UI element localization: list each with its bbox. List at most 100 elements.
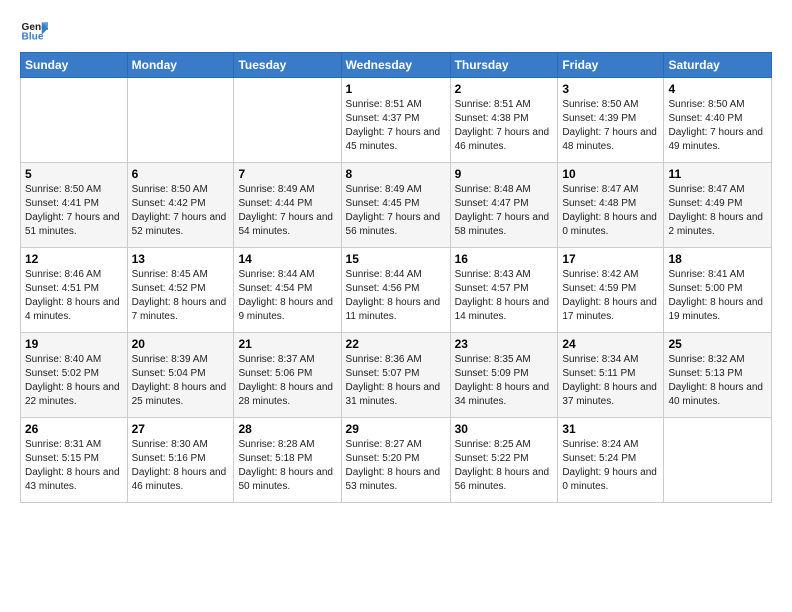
day-info: Sunrise: 8:51 AM Sunset: 4:38 PM Dayligh… xyxy=(455,98,554,154)
calendar-cell: 8 Sunrise: 8:49 AM Sunset: 4:45 PM Daylig… xyxy=(341,163,450,248)
day-info: Sunrise: 8:31 AM Sunset: 5:15 PM Dayligh… xyxy=(25,438,123,494)
day-number: 12 xyxy=(25,252,123,266)
day-info: Sunrise: 8:51 AM Sunset: 4:37 PM Dayligh… xyxy=(346,98,446,154)
calendar-cell: 20 Sunrise: 8:39 AM Sunset: 5:04 PM Dayli… xyxy=(127,333,234,418)
day-number: 18 xyxy=(668,252,767,266)
day-number: 26 xyxy=(25,422,123,436)
day-number: 14 xyxy=(238,252,336,266)
calendar-cell: 26 Sunrise: 8:31 AM Sunset: 5:15 PM Dayli… xyxy=(21,418,128,503)
calendar-cell: 18 Sunrise: 8:41 AM Sunset: 5:00 PM Dayli… xyxy=(664,248,772,333)
day-number: 11 xyxy=(668,167,767,181)
calendar-cell xyxy=(127,78,234,163)
weekday-sunday: Sunday xyxy=(21,53,128,78)
calendar-cell: 12 Sunrise: 8:46 AM Sunset: 4:51 PM Dayli… xyxy=(21,248,128,333)
calendar-week-4: 19 Sunrise: 8:40 AM Sunset: 5:02 PM Dayli… xyxy=(21,333,772,418)
calendar-cell: 4Sunrise: 8:50 AM Sunset: 4:40 PM Daylig… xyxy=(664,78,772,163)
day-number: 7 xyxy=(238,167,336,181)
calendar-week-5: 26 Sunrise: 8:31 AM Sunset: 5:15 PM Dayli… xyxy=(21,418,772,503)
day-number: 1 xyxy=(346,82,446,96)
day-number: 4 xyxy=(668,82,767,96)
day-info: Sunrise: 8:46 AM Sunset: 4:51 PM Dayligh… xyxy=(25,268,123,324)
day-info: Sunrise: 8:44 AM Sunset: 4:56 PM Dayligh… xyxy=(346,268,446,324)
day-number: 20 xyxy=(132,337,230,351)
calendar-cell xyxy=(21,78,128,163)
day-number: 24 xyxy=(562,337,659,351)
calendar-cell: 13Sunrise: 8:45 AM Sunset: 4:52 PM Dayli… xyxy=(127,248,234,333)
day-info: Sunrise: 8:48 AM Sunset: 4:47 PM Dayligh… xyxy=(455,183,554,239)
calendar-week-1: 1 Sunrise: 8:51 AM Sunset: 4:37 PM Daylig… xyxy=(21,78,772,163)
day-info: Sunrise: 8:50 AM Sunset: 4:42 PM Dayligh… xyxy=(132,183,230,239)
calendar-cell: 31Sunrise: 8:24 AM Sunset: 5:24 PM Dayli… xyxy=(558,418,664,503)
day-info: Sunrise: 8:49 AM Sunset: 4:45 PM Dayligh… xyxy=(346,183,446,239)
calendar-cell: 2 Sunrise: 8:51 AM Sunset: 4:38 PM Daylig… xyxy=(450,78,558,163)
calendar-cell: 6 Sunrise: 8:50 AM Sunset: 4:42 PM Daylig… xyxy=(127,163,234,248)
calendar-cell: 29 Sunrise: 8:27 AM Sunset: 5:20 PM Dayli… xyxy=(341,418,450,503)
calendar-cell: 16 Sunrise: 8:43 AM Sunset: 4:57 PM Dayli… xyxy=(450,248,558,333)
calendar-cell: 15 Sunrise: 8:44 AM Sunset: 4:56 PM Dayli… xyxy=(341,248,450,333)
day-info: Sunrise: 8:42 AM Sunset: 4:59 PM Dayligh… xyxy=(562,268,659,324)
day-info: Sunrise: 8:39 AM Sunset: 5:04 PM Dayligh… xyxy=(132,353,230,409)
day-info: Sunrise: 8:44 AM Sunset: 4:54 PM Dayligh… xyxy=(238,268,336,324)
day-number: 2 xyxy=(455,82,554,96)
day-info: Sunrise: 8:40 AM Sunset: 5:02 PM Dayligh… xyxy=(25,353,123,409)
day-info: Sunrise: 8:45 AM Sunset: 4:52 PM Dayligh… xyxy=(132,268,230,324)
logo: General Blue xyxy=(20,16,52,44)
day-number: 25 xyxy=(668,337,767,351)
calendar-cell xyxy=(664,418,772,503)
day-number: 6 xyxy=(132,167,230,181)
calendar-cell: 19 Sunrise: 8:40 AM Sunset: 5:02 PM Dayli… xyxy=(21,333,128,418)
weekday-thursday: Thursday xyxy=(450,53,558,78)
calendar-cell: 11 Sunrise: 8:47 AM Sunset: 4:49 PM Dayli… xyxy=(664,163,772,248)
day-info: Sunrise: 8:30 AM Sunset: 5:16 PM Dayligh… xyxy=(132,438,230,494)
calendar-cell: 28 Sunrise: 8:28 AM Sunset: 5:18 PM Dayli… xyxy=(234,418,341,503)
calendar-cell: 21Sunrise: 8:37 AM Sunset: 5:06 PM Dayli… xyxy=(234,333,341,418)
calendar-cell: 30 Sunrise: 8:25 AM Sunset: 5:22 PM Dayli… xyxy=(450,418,558,503)
calendar-cell: 24Sunrise: 8:34 AM Sunset: 5:11 PM Dayli… xyxy=(558,333,664,418)
day-number: 31 xyxy=(562,422,659,436)
calendar-cell: 5 Sunrise: 8:50 AM Sunset: 4:41 PM Daylig… xyxy=(21,163,128,248)
weekday-monday: Monday xyxy=(127,53,234,78)
day-number: 15 xyxy=(346,252,446,266)
calendar-cell: 9 Sunrise: 8:48 AM Sunset: 4:47 PM Daylig… xyxy=(450,163,558,248)
calendar-cell: 14 Sunrise: 8:44 AM Sunset: 4:54 PM Dayli… xyxy=(234,248,341,333)
calendar-cell: 7Sunrise: 8:49 AM Sunset: 4:44 PM Daylig… xyxy=(234,163,341,248)
day-info: Sunrise: 8:25 AM Sunset: 5:22 PM Dayligh… xyxy=(455,438,554,494)
day-info: Sunrise: 8:27 AM Sunset: 5:20 PM Dayligh… xyxy=(346,438,446,494)
calendar-cell: 1 Sunrise: 8:51 AM Sunset: 4:37 PM Daylig… xyxy=(341,78,450,163)
day-number: 22 xyxy=(346,337,446,351)
header: General Blue xyxy=(20,16,772,44)
day-number: 28 xyxy=(238,422,336,436)
calendar-cell: 17 Sunrise: 8:42 AM Sunset: 4:59 PM Dayli… xyxy=(558,248,664,333)
page: General Blue SundayMondayTuesdayWednesda… xyxy=(0,0,792,513)
weekday-friday: Friday xyxy=(558,53,664,78)
day-number: 30 xyxy=(455,422,554,436)
calendar-cell: 27 Sunrise: 8:30 AM Sunset: 5:16 PM Dayli… xyxy=(127,418,234,503)
day-number: 16 xyxy=(455,252,554,266)
day-number: 17 xyxy=(562,252,659,266)
day-number: 9 xyxy=(455,167,554,181)
weekday-tuesday: Tuesday xyxy=(234,53,341,78)
weekday-header-row: SundayMondayTuesdayWednesdayThursdayFrid… xyxy=(21,53,772,78)
day-info: Sunrise: 8:35 AM Sunset: 5:09 PM Dayligh… xyxy=(455,353,554,409)
svg-text:Blue: Blue xyxy=(22,31,44,42)
day-number: 3 xyxy=(562,82,659,96)
day-info: Sunrise: 8:50 AM Sunset: 4:41 PM Dayligh… xyxy=(25,183,123,239)
day-number: 29 xyxy=(346,422,446,436)
calendar-table: SundayMondayTuesdayWednesdayThursdayFrid… xyxy=(20,52,772,503)
day-number: 5 xyxy=(25,167,123,181)
day-info: Sunrise: 8:47 AM Sunset: 4:48 PM Dayligh… xyxy=(562,183,659,239)
day-info: Sunrise: 8:36 AM Sunset: 5:07 PM Dayligh… xyxy=(346,353,446,409)
day-number: 27 xyxy=(132,422,230,436)
day-number: 10 xyxy=(562,167,659,181)
calendar-week-2: 5 Sunrise: 8:50 AM Sunset: 4:41 PM Daylig… xyxy=(21,163,772,248)
day-number: 8 xyxy=(346,167,446,181)
logo-icon: General Blue xyxy=(20,16,48,44)
calendar-cell: 3Sunrise: 8:50 AM Sunset: 4:39 PM Daylig… xyxy=(558,78,664,163)
day-info: Sunrise: 8:47 AM Sunset: 4:49 PM Dayligh… xyxy=(668,183,767,239)
day-info: Sunrise: 8:41 AM Sunset: 5:00 PM Dayligh… xyxy=(668,268,767,324)
weekday-saturday: Saturday xyxy=(664,53,772,78)
day-info: Sunrise: 8:28 AM Sunset: 5:18 PM Dayligh… xyxy=(238,438,336,494)
day-number: 19 xyxy=(25,337,123,351)
day-info: Sunrise: 8:37 AM Sunset: 5:06 PM Dayligh… xyxy=(238,353,336,409)
day-info: Sunrise: 8:43 AM Sunset: 4:57 PM Dayligh… xyxy=(455,268,554,324)
